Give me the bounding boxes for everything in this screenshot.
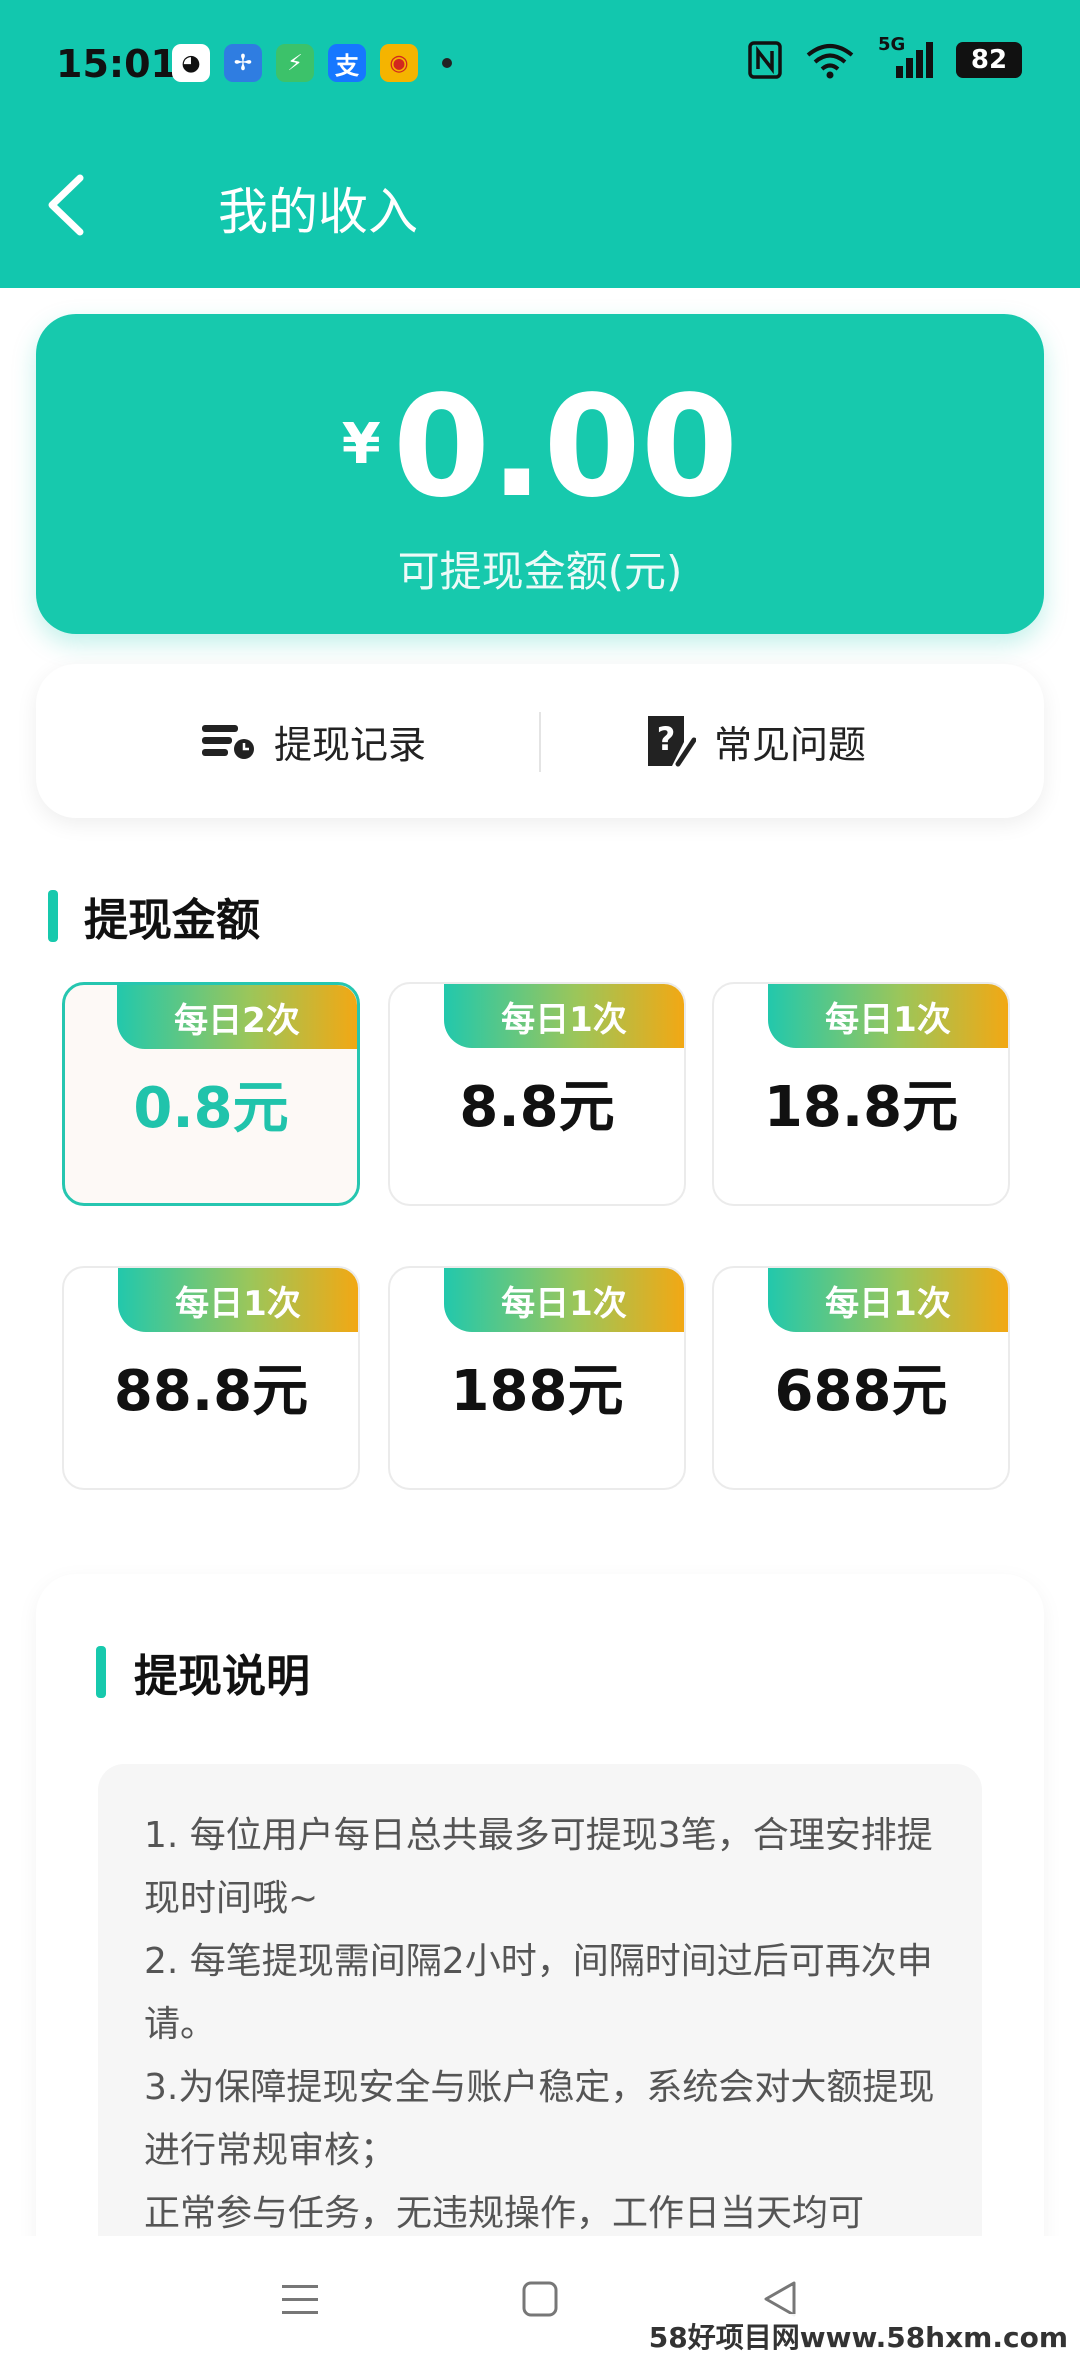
withdraw-tier-option[interactable]: 每日1次 8.8元: [388, 982, 686, 1206]
cellular-signal-icon: 5G: [878, 34, 934, 80]
withdraw-tier-option[interactable]: 每日1次 188元: [388, 1266, 686, 1490]
tier-badge: 每日2次: [117, 985, 357, 1049]
more-notifications-dot: [442, 58, 452, 68]
svg-text:?: ?: [657, 720, 676, 758]
withdraw-amount-heading: 提现金额: [48, 884, 260, 948]
action-divider: [539, 712, 541, 772]
battery-indicator: 82: [956, 42, 1022, 78]
withdraw-records-label: 提现记录: [274, 722, 427, 767]
watermark-text: 58好项目网www.58hxm.com: [642, 2314, 1074, 2358]
records-icon: [202, 725, 254, 759]
tier-badge: 每日1次: [768, 1268, 1008, 1332]
heading-accent-bar: [96, 1646, 106, 1698]
faq-button[interactable]: ? 常见问题: [644, 664, 866, 818]
status-time: 15:01: [56, 42, 177, 86]
withdraw-notes-title: 提现说明: [134, 1651, 310, 1702]
tier-amount: 18.8元: [763, 1075, 959, 1140]
notes-list: 1. 每位用户每日总共最多可提现3笔，合理安排提现时间哦~ 2. 每笔提现需间隔…: [144, 1804, 942, 2245]
tier-amount: 0.8元: [133, 1076, 289, 1141]
currency-symbol: ¥: [341, 412, 381, 477]
note-line: 3.为保障提现安全与账户稳定，系统会对大额提现进行常规审核；: [144, 2067, 935, 2171]
withdraw-records-button[interactable]: 提现记录: [200, 664, 426, 818]
faq-label: 常见问题: [714, 722, 867, 767]
action-card: 提现记录 ? 常见问题: [36, 664, 1044, 818]
balance-value: 0.00: [392, 366, 739, 529]
tier-amount: 188元: [450, 1359, 624, 1424]
tier-badge: 每日1次: [444, 984, 684, 1048]
balance-label: 可提现金额(元): [397, 547, 683, 596]
tier-badge: 每日1次: [768, 984, 1008, 1048]
tier-badge: 每日1次: [444, 1268, 684, 1332]
withdraw-tier-option[interactable]: 每日1次 18.8元: [712, 982, 1010, 1206]
withdraw-notes-heading: 提现说明: [96, 1640, 310, 1704]
withdraw-tier-option[interactable]: 每日2次 0.8元: [62, 982, 360, 1206]
withdraw-tier-grid: 每日2次 0.8元 每日1次 8.8元 每日1次 18.8元 每日1次 88.8…: [62, 982, 1012, 1494]
note-line: 1. 每位用户每日总共最多可提现3笔，合理安排提现时间哦~: [144, 1815, 933, 1919]
alipay-icon: 支: [328, 44, 366, 82]
weibo-icon: ◉: [380, 44, 418, 82]
back-button[interactable]: [40, 170, 96, 240]
notification-icons: ◕ ✢ ⚡ 支 ◉: [172, 44, 452, 82]
wifi-icon: [806, 44, 854, 79]
faq-icon: ?: [648, 716, 696, 767]
nfc-icon: [748, 41, 782, 79]
withdraw-tier-option[interactable]: 每日1次 88.8元: [62, 1266, 360, 1490]
note-line: 2. 每笔提现需间隔2小时，间隔时间过后可再次申请。: [144, 1941, 933, 2045]
withdraw-amount-title: 提现金额: [84, 895, 260, 946]
menu-icon[interactable]: [268, 2267, 332, 2331]
tier-amount: 8.8元: [459, 1075, 615, 1140]
page-title: 我的收入: [218, 183, 418, 241]
fan-app-icon: ✢: [224, 44, 262, 82]
tier-badge: 每日1次: [118, 1268, 358, 1332]
qq-icon: ◕: [172, 44, 210, 82]
shield-app-icon: ⚡: [276, 44, 314, 82]
tier-amount: 88.8元: [113, 1359, 309, 1424]
balance-card: ¥0.00 可提现金额(元): [36, 314, 1044, 634]
status-bar: 15:01 ◕ ✢ ⚡ 支 ◉ 5G 82: [0, 0, 1080, 130]
home-icon[interactable]: [508, 2267, 572, 2331]
withdraw-tier-option[interactable]: 每日1次 688元: [712, 1266, 1010, 1490]
balance-amount: ¥0.00: [36, 366, 1044, 529]
heading-accent-bar: [48, 890, 58, 942]
tier-amount: 688元: [774, 1359, 948, 1424]
status-indicators: 5G 82: [748, 34, 1022, 80]
